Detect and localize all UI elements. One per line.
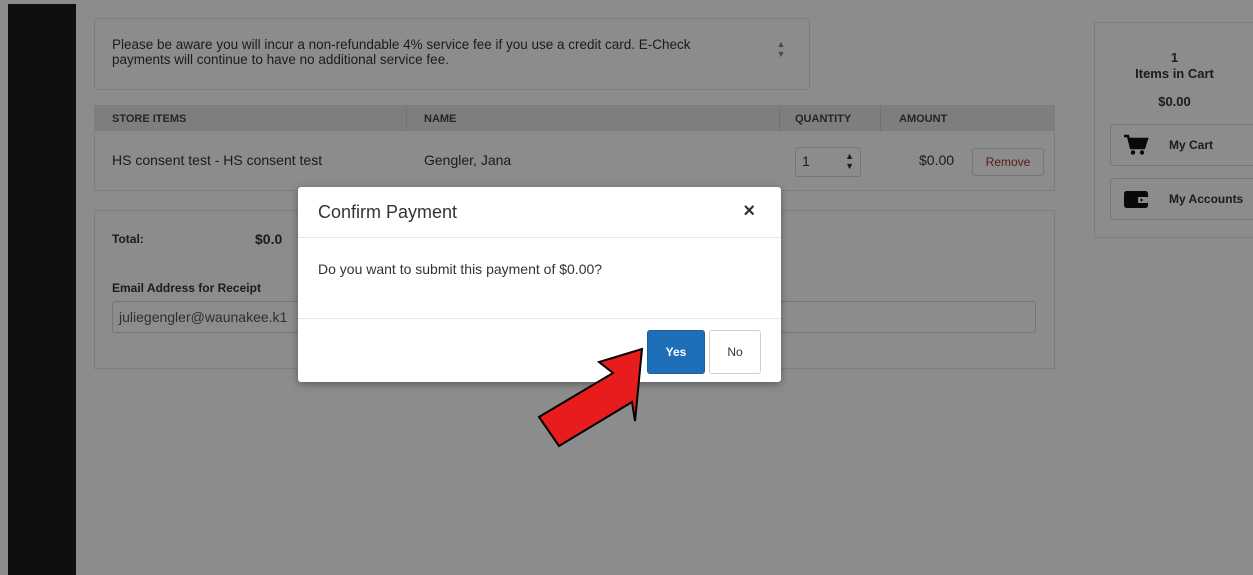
no-button[interactable]: No <box>709 330 761 374</box>
yes-button[interactable]: Yes <box>647 330 705 374</box>
dialog-title: Confirm Payment <box>318 202 458 222</box>
page: Please be aware you will incur a non-ref… <box>0 0 1253 575</box>
red-arrow-icon <box>537 347 644 448</box>
dialog-message: Do you want to submit this payment of $0… <box>318 261 603 277</box>
dialog-header: Confirm Payment × <box>298 187 781 238</box>
close-icon[interactable]: × <box>743 200 755 222</box>
